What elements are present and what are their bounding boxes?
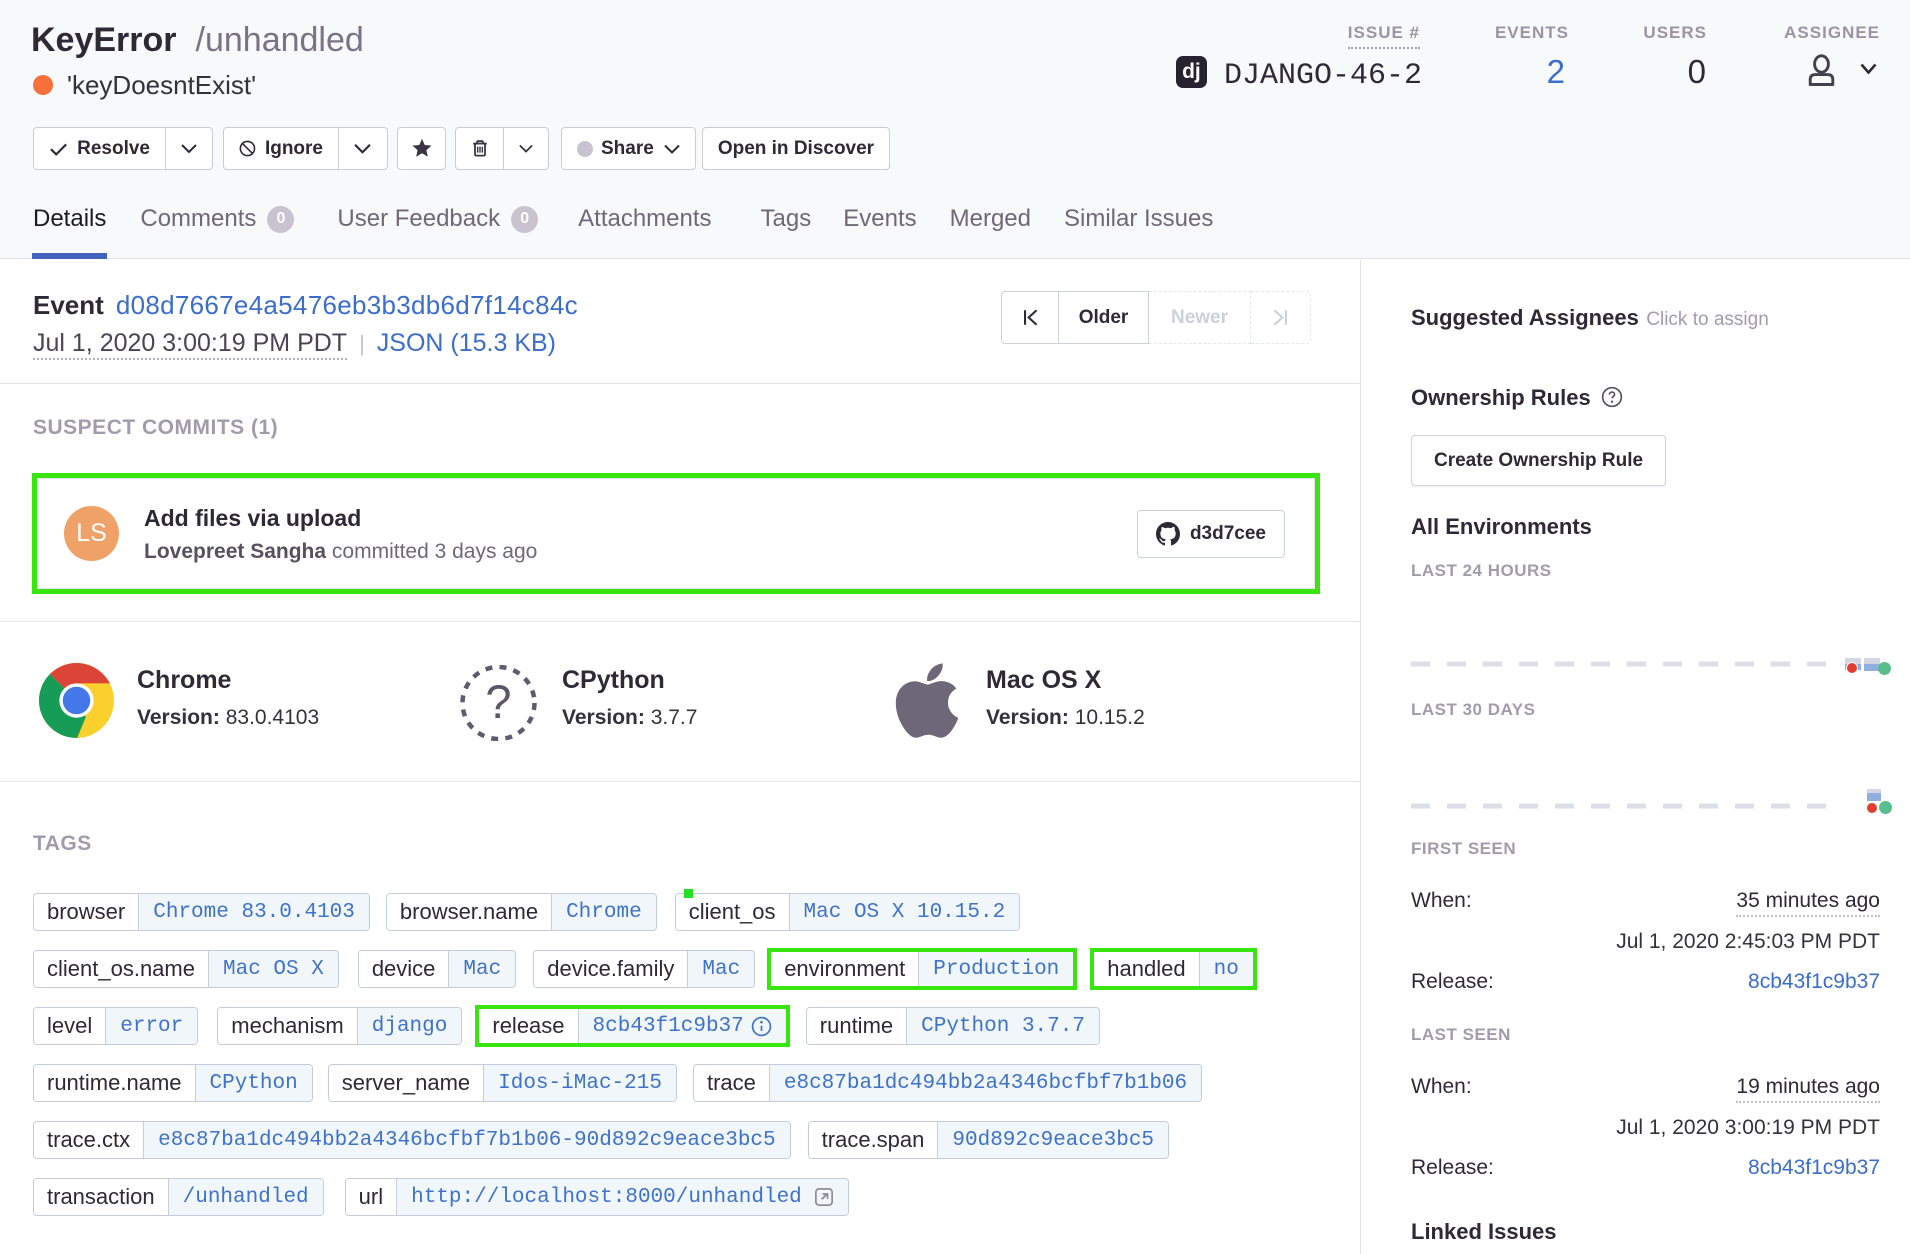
svg-text:?: ? <box>485 675 511 728</box>
